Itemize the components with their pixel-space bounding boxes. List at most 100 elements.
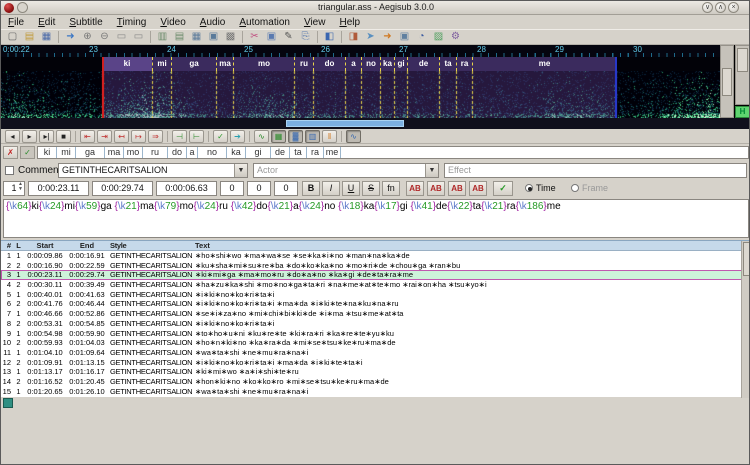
menu-audio[interactable]: Audio [193,17,233,28]
subtitle-row-3[interactable]: 310:00:23.110:00:29.74GETINTHECARITSALIO… [1,270,750,280]
volume-thumb[interactable] [737,48,748,72]
menu-video[interactable]: Video [153,17,192,28]
play-first-500ms-button[interactable]: ↤ [114,130,129,143]
margin-left-input[interactable]: 0 [220,181,244,196]
karaoke-syllable[interactable]: ga [76,147,105,158]
menu-edit[interactable]: Edit [31,17,62,28]
syllable-label[interactable]: mo [233,57,294,71]
options-icon[interactable]: ⚙ [448,30,463,44]
shade-button[interactable]: ∨ [702,2,713,13]
zoom-in-icon[interactable]: ⊕ [80,30,95,44]
selection-start-line[interactable] [102,57,104,118]
end-time-input[interactable]: 0:00:29.74 [92,181,153,196]
subtitle-row-7[interactable]: 710:00:46.660:00:52.86GETINTHECARITSALIO… [1,309,750,319]
fonts-icon[interactable]: ▣ [206,30,221,44]
syllable-label[interactable]: ga [171,57,216,71]
karaoke-syllable[interactable]: me [324,147,341,158]
grid-header-style[interactable]: Style [108,241,192,250]
subtitle-row-6[interactable]: 620:00:41.760:00:46.44GETINTHECARITSALIO… [1,299,750,309]
italic-button[interactable]: I [322,181,340,196]
karaoke-syllable[interactable]: a [187,147,198,158]
underline-button[interactable]: U [342,181,360,196]
save-file-icon[interactable]: ▦ [39,30,54,44]
play-before-button[interactable]: ⇤ [80,130,95,143]
volume-slider[interactable] [735,45,750,105]
chevron-down-icon[interactable]: ▼ [234,164,247,177]
syllable-label[interactable]: me [472,57,616,71]
commit-button[interactable]: ✓ [213,130,228,143]
grid-scrollbar[interactable] [741,241,750,398]
subtitle-row-9[interactable]: 910:00:54.980:00:59.90GETINTHECARITSALIO… [1,329,750,339]
syllable-label[interactable]: ma [216,57,233,71]
karaoke-syllable[interactable]: ma [105,147,124,158]
style-select[interactable]: GETINTHECARITSALION▼ [58,163,248,178]
karaoke-syllable-field[interactable]: kimigamamorudoanokagidetarame [37,146,749,159]
subtitle-row-13[interactable]: 1310:01:13.170:01:16.17GETINTHECARITSALI… [1,367,750,377]
shadow-color-button[interactable]: AB [469,181,487,196]
auto-next-toggle[interactable]: ▓ [288,130,303,143]
vertical-zoom-thumb[interactable] [722,68,732,96]
syllable-label[interactable]: ra [456,57,472,71]
play-button[interactable]: ▸ [22,130,37,143]
subtitle-row-11[interactable]: 1110:01:04.100:01:09.64GETINTHECARITSALI… [1,348,750,358]
menu-help[interactable]: Help [332,17,367,28]
syllable-label[interactable]: mi [152,57,171,71]
edit-icon[interactable]: ✎ [281,30,296,44]
resolution-icon[interactable]: ▥ [155,30,170,44]
karaoke-syllable[interactable]: de [271,147,290,158]
close-button[interactable]: × [728,2,739,13]
zoom-out-icon[interactable]: ⊖ [97,30,112,44]
audio-spectrogram[interactable] [1,71,720,118]
spectrum-toggle[interactable]: ▥ [305,130,320,143]
subtitle-row-4[interactable]: 420:00:30.110:00:39.49GETINTHECARITSALIO… [1,280,750,290]
outline-color-button[interactable]: AB [448,181,466,196]
resample-icon[interactable]: ▣ [397,30,412,44]
play-to-end-button[interactable]: ⇒ [148,130,163,143]
subtitle-row-12[interactable]: 1220:01:09.910:01:13.15GETINTHECARITSALI… [1,358,750,368]
select-lines-icon[interactable]: ▩ [223,30,238,44]
subtitle-row-10[interactable]: 1020:00:59.930:01:04.03GETINTHECARITSALI… [1,338,750,348]
grid-header-text[interactable]: Text [192,241,750,250]
jump-to-icon[interactable]: ➜ [63,30,78,44]
start-time-input[interactable]: 0:00:23.11 [28,181,89,196]
syllable-label[interactable]: no [361,57,380,71]
kanji-timer-icon[interactable]: ▨ [431,30,446,44]
selection-end-line[interactable] [615,57,617,118]
translation-assistant-icon[interactable]: ➜ [380,30,395,44]
go-to-selection-button[interactable]: ➔ [230,130,245,143]
vertical-zoom-slider[interactable] [720,45,734,118]
subtitle-row-14[interactable]: 1420:01:16.520:01:20.45GETINTHECARITSALI… [1,377,750,387]
title-bar[interactable]: triangular.ass - Aegisub 3.0.0 ∨∧× [1,1,750,15]
syllable-label[interactable]: do [313,57,345,71]
grid-header[interactable]: #LStartEndStyleText [1,241,750,251]
auto-commit-toggle[interactable]: ▦ [271,130,286,143]
play-last-500ms-button[interactable]: ↦ [131,130,146,143]
syllable-label[interactable]: a [345,57,361,71]
karaoke-syllable[interactable]: do [168,147,187,158]
syllable-label[interactable]: ka [380,57,394,71]
audio-scrollbar[interactable] [1,118,750,129]
secondary-color-button[interactable]: AB [427,181,445,196]
menu-timing[interactable]: Timing [110,17,154,28]
menu-file[interactable]: File [1,17,31,28]
subtitle-row-1[interactable]: 110:00:09.860:00:16.91GETINTHECARITSALIO… [1,251,750,261]
attachments-icon[interactable]: ▭ [131,30,146,44]
grid-header-start[interactable]: Start [24,241,66,250]
margin-right-input[interactable]: 0 [247,181,271,196]
syllable-label[interactable]: gi [394,57,407,71]
subtitle-row-15[interactable]: 1510:01:20.650:01:26.10GETINTHECARITSALI… [1,387,750,397]
subtitle-row-8[interactable]: 820:00:53.310:00:54.85GETINTHECARITSALIO… [1,319,750,329]
timing-postprocessor-icon[interactable]: ◔ [414,30,429,44]
menu-view[interactable]: View [297,17,333,28]
menu-automation[interactable]: Automation [232,17,297,28]
spinner-arrows-icon[interactable]: ▲▼ [18,182,23,192]
vertical-zoom-toggle[interactable]: ‖ [322,130,337,143]
time-radio[interactable]: Time [525,181,556,196]
prev-line-button[interactable]: ◂ [5,130,20,143]
bold-button[interactable]: B [302,181,320,196]
new-file-icon[interactable]: ▢ [5,30,20,44]
comment-checkbox[interactable] [5,166,14,175]
minimize-button[interactable]: ∧ [715,2,726,13]
karaoke-mode-toggle[interactable]: ∿ [346,130,361,143]
open-file-icon[interactable]: ▤ [22,30,37,44]
